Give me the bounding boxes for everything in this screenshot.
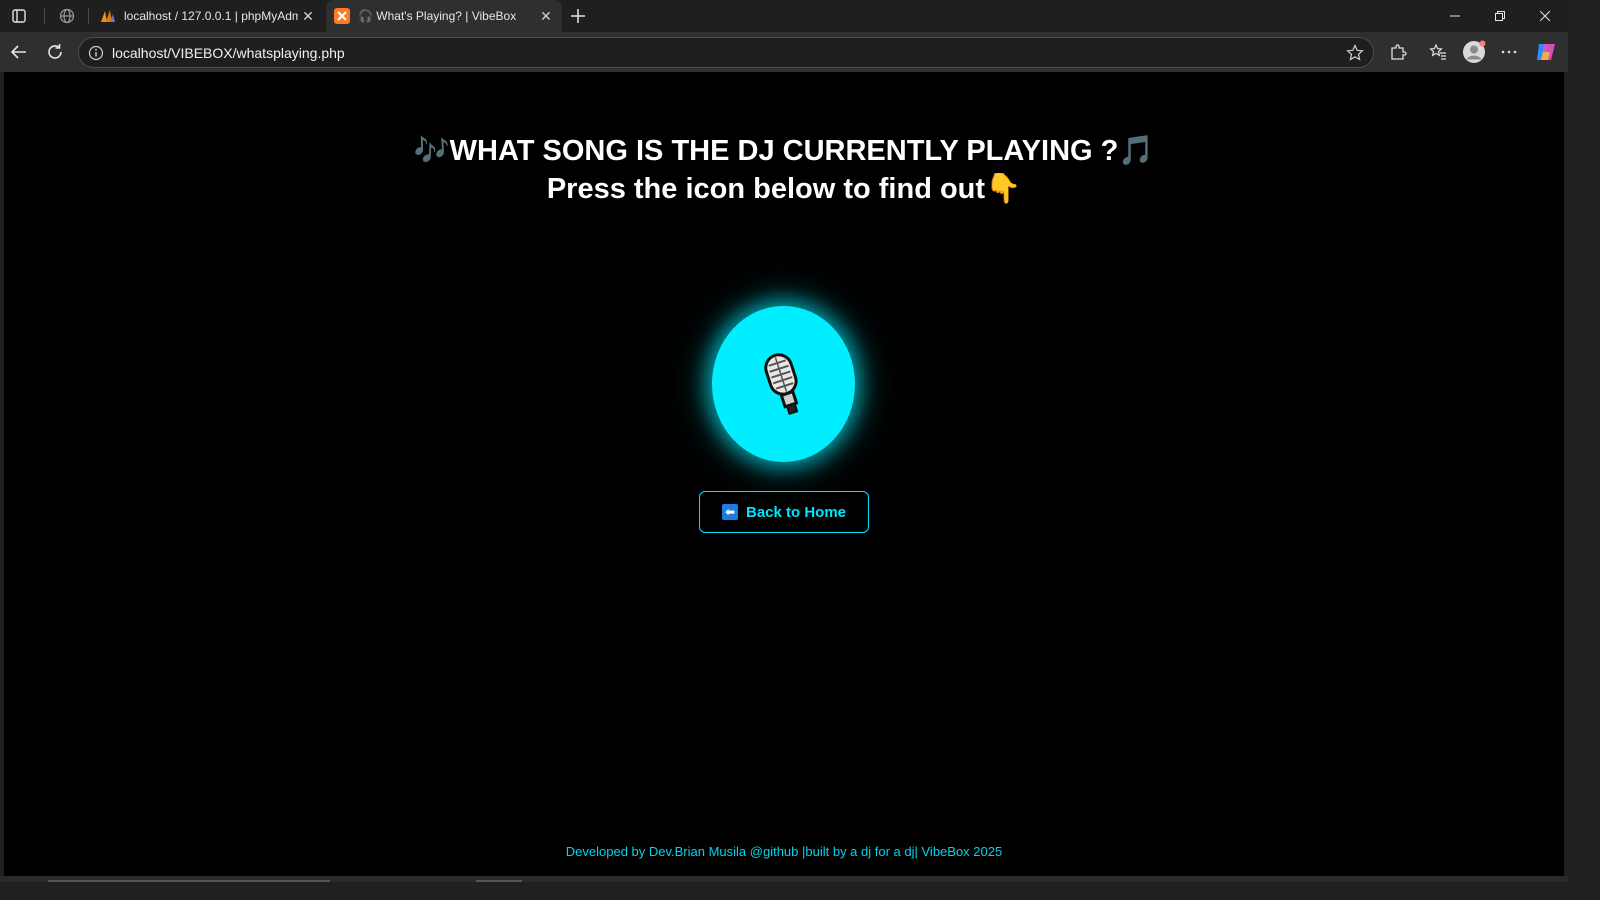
music-note-icon: 🎵 — [1118, 135, 1155, 167]
pointing-down-icon: 👇 — [985, 173, 1022, 205]
ellipsis-icon — [1501, 50, 1517, 54]
workspaces-button[interactable] — [54, 4, 80, 28]
page-footer: Developed by Dev.Brian Musila @github |b… — [565, 844, 1003, 859]
new-tab-button[interactable] — [566, 4, 590, 28]
tab-actions-button[interactable] — [6, 4, 32, 28]
favorites-button[interactable] — [1424, 38, 1452, 66]
plus-icon — [571, 9, 585, 23]
whats-playing-mic-button[interactable] — [712, 306, 855, 462]
horizontal-scrollbar[interactable] — [0, 876, 1568, 882]
left-arrow-icon: ⬅ — [721, 504, 738, 520]
avatar-icon — [1463, 40, 1486, 63]
profile-button[interactable] — [1460, 38, 1488, 66]
back-to-home-button[interactable]: ⬅ Back to Home — [699, 491, 869, 533]
copilot-icon — [1537, 44, 1555, 60]
puzzle-icon — [1391, 44, 1407, 60]
browser-toolbar: localhost/VIBEBOX/whatsplaying.php — [0, 32, 1568, 72]
extensions-button[interactable] — [1384, 38, 1412, 66]
tab-actions-icon — [12, 9, 26, 23]
back-arrow-icon — [10, 45, 26, 59]
back-nav-button[interactable] — [5, 38, 33, 66]
close-tab-icon[interactable]: ✕ — [298, 6, 318, 26]
tab-whats-playing[interactable]: 🎧 What's Playing? | VibeBox ✕ — [326, 0, 562, 32]
favorites-list-icon — [1429, 43, 1446, 60]
minimize-icon — [1450, 15, 1460, 17]
xampp-favicon-icon — [334, 8, 350, 24]
page-viewport: 🎶WHAT SONG IS THE DJ CURRENTLY PLAYING ?… — [4, 72, 1564, 876]
heading-line-1: 🎶WHAT SONG IS THE DJ CURRENTLY PLAYING ?… — [4, 132, 1564, 170]
copilot-button[interactable] — [1532, 38, 1560, 66]
address-url: localhost/VIBEBOX/whatsplaying.php — [112, 45, 345, 61]
tab-strip: localhost / 127.0.0.1 | phpMyAdm ✕ 🎧 Wha… — [0, 0, 1568, 32]
restore-button[interactable] — [1477, 0, 1523, 32]
phpmyadmin-favicon-icon — [101, 10, 115, 22]
more-menu-button[interactable] — [1495, 38, 1523, 66]
microphone-icon — [763, 353, 798, 416]
heading-line-2: Press the icon below to find out👇 — [4, 170, 1564, 208]
favorite-star-icon[interactable] — [1345, 43, 1365, 63]
tab-title: localhost / 127.0.0.1 | phpMyAdm — [124, 9, 298, 23]
address-bar[interactable]: localhost/VIBEBOX/whatsplaying.php — [78, 37, 1374, 68]
tab-title: 🎧 What's Playing? | VibeBox — [358, 9, 517, 23]
heading-subtitle: Press the icon below to find out — [546, 173, 986, 205]
restore-icon — [1495, 11, 1505, 21]
divider — [88, 8, 89, 24]
heading-title: WHAT SONG IS THE DJ CURRENTLY PLAYING ? — [449, 135, 1119, 167]
globe-icon — [59, 8, 75, 24]
site-info-icon[interactable] — [87, 44, 105, 62]
close-tab-icon[interactable]: ✕ — [536, 6, 556, 26]
reload-button[interactable] — [41, 38, 69, 66]
music-notes-icon: 🎶 — [413, 135, 450, 167]
scrollbar-thumb[interactable] — [476, 880, 522, 882]
close-icon — [1540, 11, 1550, 21]
page-heading: 🎶WHAT SONG IS THE DJ CURRENTLY PLAYING ?… — [4, 132, 1564, 208]
reload-icon — [48, 44, 62, 59]
minimize-button[interactable] — [1432, 0, 1478, 32]
tab-phpmyadmin[interactable]: localhost / 127.0.0.1 | phpMyAdm ✕ — [92, 0, 324, 32]
scrollbar-thumb[interactable] — [48, 880, 330, 882]
divider — [44, 8, 45, 24]
back-button-label: Back to Home — [745, 503, 847, 521]
close-window-button[interactable] — [1522, 0, 1568, 32]
